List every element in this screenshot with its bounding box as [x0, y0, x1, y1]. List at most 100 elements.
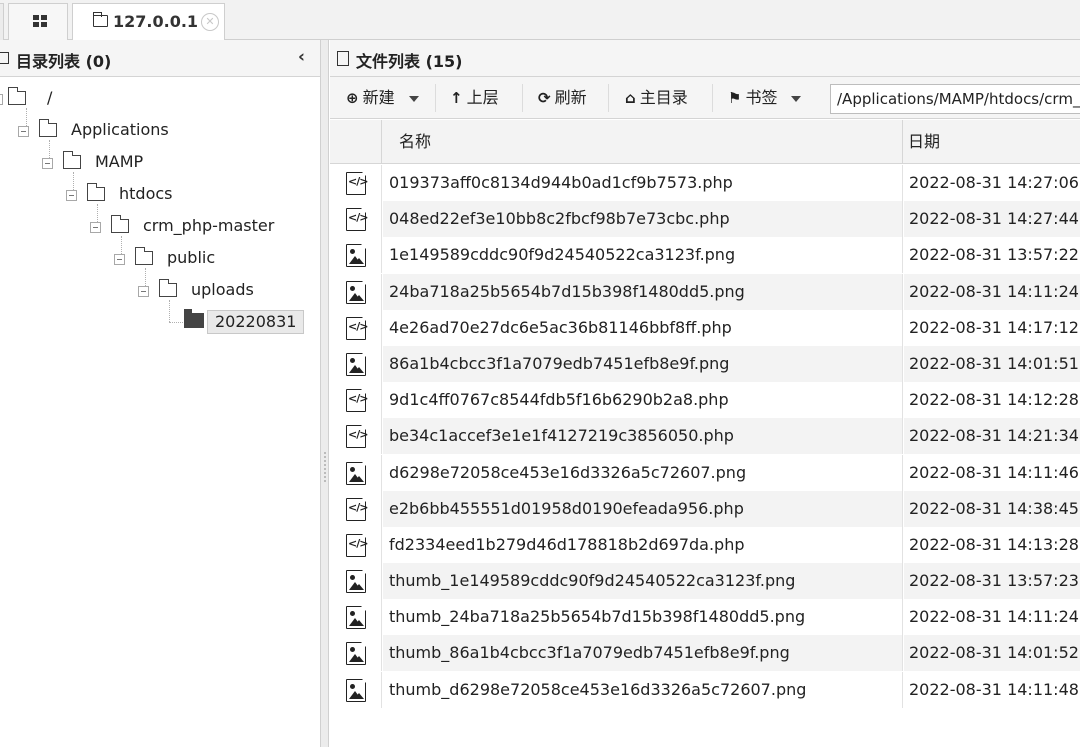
file-name[interactable]: thumb_24ba718a25b5654b7d15b398f1480dd5.p… [383, 599, 903, 636]
collapse-icon[interactable] [18, 126, 29, 137]
file-name[interactable]: be34c1accef3e1e1f4127219c3856050.php [383, 418, 903, 455]
table-row[interactable]: thumb_24ba718a25b5654b7d15b398f1480dd5.p… [330, 599, 1080, 636]
tab-bar: 127.0.0.1 ✕ [0, 0, 1080, 41]
folder-icon [38, 119, 57, 137]
toolbar-separator [435, 84, 436, 112]
tree-node-label[interactable]: MAMP [95, 152, 143, 171]
collapse-icon[interactable] [114, 254, 125, 265]
file-name[interactable]: thumb_1e149589cddc90f9d24540522ca3123f.p… [383, 563, 903, 600]
tree-node-label[interactable]: / [47, 88, 52, 107]
table-row[interactable]: </> 9d1c4ff0767c8544fdb5f16b6290b2a8.php 2… [330, 382, 1080, 419]
file-date: 2022-08-31 14:12:28 [909, 390, 1079, 410]
file-name[interactable]: thumb_d6298e72058ce453e16d3326a5c72607.p… [383, 671, 903, 708]
file-name[interactable]: fd2334eed1b279d46d178818b2d697da.php [383, 526, 903, 563]
tree-node-label[interactable]: uploads [191, 280, 254, 299]
bookmark-label: 书签 [745, 88, 778, 107]
tree-node-label[interactable]: crm_php-master [143, 216, 274, 235]
table-row[interactable]: </> be34c1accef3e1e1f4127219c3856050.php 2… [330, 418, 1080, 455]
file-type-cell: </> [330, 526, 382, 563]
code-file-icon: </> [346, 497, 368, 521]
table-row[interactable]: d6298e72058ce453e16d3326a5c72607.png 2022… [330, 454, 1080, 491]
close-icon[interactable]: ✕ [201, 13, 219, 31]
file-type-cell [330, 345, 382, 382]
table-row[interactable]: thumb_86a1b4cbcc3f1a7079edb7451efb8e9f.p… [330, 635, 1080, 672]
directory-panel-header: 目录列表 (0) ‹ [0, 40, 320, 77]
tree-node-label[interactable]: public [167, 248, 215, 267]
table-row[interactable]: 86a1b4cbcc3f1a7079edb7451efb8e9f.png 2022… [330, 345, 1080, 382]
column-icon-header [330, 120, 382, 164]
table-row[interactable]: </> e2b6bb455551d01958d0190efeada956.php 2… [330, 490, 1080, 527]
file-name[interactable]: e2b6bb455551d01958d0190efeada956.php [383, 490, 903, 527]
table-row[interactable]: thumb_d6298e72058ce453e16d3326a5c72607.p… [330, 671, 1080, 708]
column-name-header[interactable]: 名称 [383, 120, 903, 164]
new-button[interactable]: ⊕ 新建 [346, 77, 419, 119]
file-date: 2022-08-31 14:17:12 [909, 317, 1079, 337]
tree-connector [169, 300, 170, 322]
file-name[interactable]: 1e149589cddc90f9d24540522ca3123f.png [383, 237, 903, 274]
file-name[interactable]: 86a1b4cbcc3f1a7079edb7451efb8e9f.png [383, 345, 903, 382]
file-date: 2022-08-31 14:38:45 [904, 490, 1080, 527]
chevron-left-icon[interactable]: ‹ [298, 47, 305, 67]
file-name[interactable]: 4e26ad70e27dc6e5ac36b81146bbf8ff.php [383, 309, 903, 346]
refresh-button[interactable]: ⟳ 刷新 [538, 77, 587, 119]
home-icon: ⌂ [625, 89, 636, 107]
collapse-icon[interactable] [42, 158, 53, 169]
tree-node-20220831-selected[interactable]: 20220831 [207, 310, 305, 334]
file-type-cell [330, 454, 382, 491]
directory-panel-title: 目录列表 (0) [16, 52, 112, 71]
file-list-panel: 文件列表 (15) ⊕ 新建 ↑ 上层 ⟳ 刷新 ⌂ 主目录 ⚑ 书签 /Applicat… [330, 40, 1080, 747]
file-date: 2022-08-31 14:01:51 [904, 345, 1080, 382]
file-name[interactable]: 048ed22ef3e10bb8c2fbcf98b7e73cbc.php [383, 201, 903, 238]
panel-splitter[interactable] [320, 40, 329, 747]
folder-icon [0, 52, 9, 64]
file-date: 2022-08-31 14:01:52 [904, 635, 1080, 672]
file-date: 2022-08-31 14:11:24 [904, 273, 1080, 310]
table-row[interactable]: 1e149589cddc90f9d24540522ca3123f.png 2022… [330, 237, 1080, 274]
code-file-icon: </> [346, 388, 368, 413]
tree-node-label[interactable]: Applications [71, 120, 169, 139]
file-type-cell [330, 237, 382, 274]
tab-apps[interactable] [8, 3, 68, 40]
table-row[interactable]: thumb_1e149589cddc90f9d24540522ca3123f.p… [330, 563, 1080, 600]
file-name[interactable]: 24ba718a25b5654b7d15b398f1480dd5.png [383, 273, 903, 310]
file-name[interactable]: 019373aff0c8134d944b0ad1cf9b7573.php [383, 165, 903, 201]
image-file-icon [346, 460, 367, 485]
collapse-icon[interactable] [66, 190, 77, 201]
file-list-title: 文件列表 (15) [356, 52, 463, 71]
file-type-cell: </> [330, 490, 382, 527]
home-button[interactable]: ⌂ 主目录 [625, 77, 688, 119]
file-table-body: </> 019373aff0c8134d944b0ad1cf9b7573.php 2… [330, 165, 1080, 708]
code-file-icon: </> [346, 316, 368, 340]
table-row[interactable]: </> 4e26ad70e27dc6e5ac36b81146bbf8ff.php 2… [330, 309, 1080, 346]
file-name[interactable]: d6298e72058ce453e16d3326a5c72607.png [383, 454, 903, 491]
collapse-icon[interactable] [0, 94, 3, 105]
file-date: 2022-08-31 14:27:06 [909, 173, 1079, 192]
tree-node-label[interactable]: htdocs [119, 184, 173, 203]
drag-grip-icon[interactable] [324, 452, 326, 482]
table-row[interactable]: </> 048ed22ef3e10bb8c2fbcf98b7e73cbc.php 2… [330, 201, 1080, 238]
file-type-cell [330, 671, 382, 708]
up-button[interactable]: ↑ 上层 [450, 77, 499, 119]
tab-partial[interactable] [0, 3, 4, 40]
folder-icon [158, 279, 177, 297]
file-type-cell: </> [330, 382, 382, 419]
path-input[interactable]: /Applications/MAMP/htdocs/crm_php-master… [830, 84, 1080, 114]
image-file-icon [346, 678, 367, 702]
image-file-icon [346, 569, 367, 594]
column-date-header[interactable]: 日期 [904, 120, 1080, 164]
code-file-icon: </> [346, 424, 368, 449]
folder-icon [62, 151, 81, 169]
table-row[interactable]: </> fd2334eed1b279d46d178818b2d697da.php 2… [330, 526, 1080, 563]
file-name[interactable]: thumb_86a1b4cbcc3f1a7079edb7451efb8e9f.p… [383, 635, 903, 672]
collapse-icon[interactable] [138, 286, 149, 297]
tab-host-label: 127.0.0.1 [113, 12, 199, 31]
tab-host[interactable]: 127.0.0.1 ✕ [72, 3, 225, 41]
collapse-icon[interactable] [90, 222, 101, 233]
refresh-label: 刷新 [554, 88, 587, 107]
file-date: 2022-08-31 13:57:22 [909, 245, 1079, 265]
file-date: 2022-08-31 13:57:23 [904, 563, 1080, 600]
table-row[interactable]: 24ba718a25b5654b7d15b398f1480dd5.png 2022… [330, 273, 1080, 310]
table-row[interactable]: </> 019373aff0c8134d944b0ad1cf9b7573.php 2… [330, 165, 1080, 201]
bookmark-button[interactable]: ⚑ 书签 [728, 77, 802, 119]
file-name[interactable]: 9d1c4ff0767c8544fdb5f16b6290b2a8.php [383, 382, 903, 419]
